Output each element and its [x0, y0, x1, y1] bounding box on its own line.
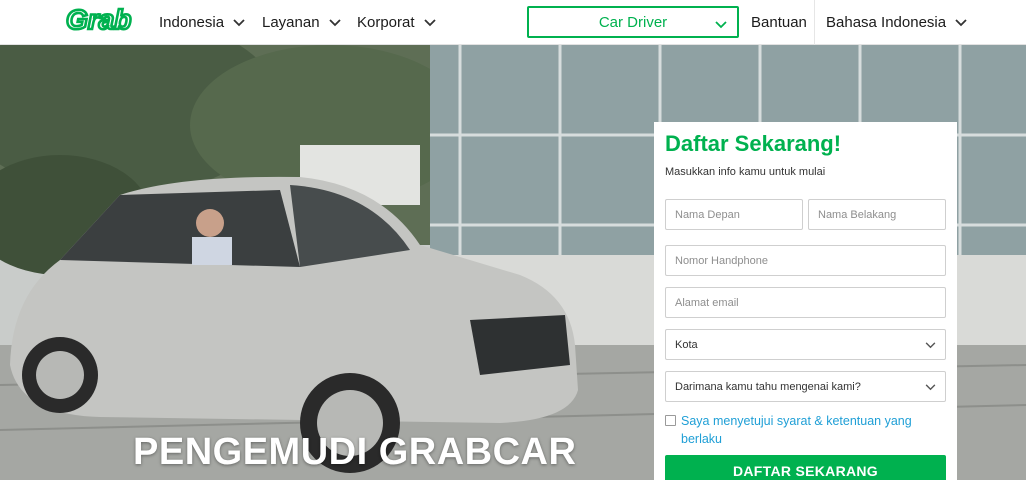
grab-logo[interactable]: Grab — [66, 5, 138, 35]
form-subtitle: Masukkan info kamu untuk mulai — [665, 166, 826, 178]
chevron-down-icon — [423, 14, 436, 31]
referral-source-value: Darimana kamu tahu mengenai kami? — [675, 380, 861, 393]
chevron-down-icon — [328, 14, 341, 31]
terms-link[interactable]: Saya menyetujui syarat & ketentuan yang … — [681, 412, 921, 448]
corporate-label: Korporat — [357, 14, 415, 31]
nav-divider — [814, 0, 815, 45]
chevron-down-icon — [715, 16, 727, 33]
city-select-value: Kota — [675, 338, 698, 351]
signup-form-panel: Daftar Sekarang! Masukkan info kamu untu… — [654, 122, 957, 480]
help-label: Bantuan — [751, 14, 807, 31]
city-select[interactable]: Kota — [665, 329, 946, 360]
grab-logo-mark: Grab — [66, 6, 133, 34]
chevron-down-icon — [925, 340, 936, 352]
last-name-placeholder: Nama Belakang — [818, 208, 897, 221]
email-placeholder: Alamat email — [675, 296, 739, 309]
help-link[interactable]: Bantuan — [751, 0, 807, 45]
terms-checkbox[interactable] — [665, 415, 676, 426]
corporate-dropdown[interactable]: Korporat — [357, 0, 436, 45]
referral-source-select[interactable]: Darimana kamu tahu mengenai kami? — [665, 371, 946, 402]
terms-agreement: Saya menyetujui syarat & ketentuan yang … — [665, 412, 950, 448]
last-name-input[interactable]: Nama Belakang — [808, 199, 946, 230]
first-name-input[interactable]: Nama Depan — [665, 199, 803, 230]
hero-headline: PENGEMUDI GRABCAR — [133, 431, 577, 473]
language-dropdown[interactable]: Bahasa Indonesia — [826, 0, 967, 45]
chevron-down-icon — [925, 382, 936, 394]
email-input[interactable]: Alamat email — [665, 287, 946, 318]
services-label: Layanan — [262, 14, 320, 31]
chevron-down-icon — [955, 14, 967, 31]
role-select[interactable]: Car Driver — [527, 6, 739, 38]
country-label: Indonesia — [159, 14, 225, 31]
svg-text:Grab: Grab — [66, 6, 131, 34]
form-title: Daftar Sekarang! — [665, 131, 842, 156]
chevron-down-icon — [233, 14, 245, 31]
country-dropdown[interactable]: Indonesia — [159, 0, 245, 45]
phone-input[interactable]: Nomor Handphone — [665, 245, 946, 276]
first-name-placeholder: Nama Depan — [675, 208, 740, 221]
role-select-value: Car Driver — [598, 13, 668, 31]
submit-button[interactable]: DAFTAR SEKARANG — [665, 455, 946, 480]
services-dropdown[interactable]: Layanan — [262, 0, 341, 45]
phone-placeholder: Nomor Handphone — [675, 254, 768, 267]
top-navbar: Grab Indonesia Layanan Korporat Car Driv… — [0, 0, 1026, 45]
language-label: Bahasa Indonesia — [826, 14, 947, 31]
